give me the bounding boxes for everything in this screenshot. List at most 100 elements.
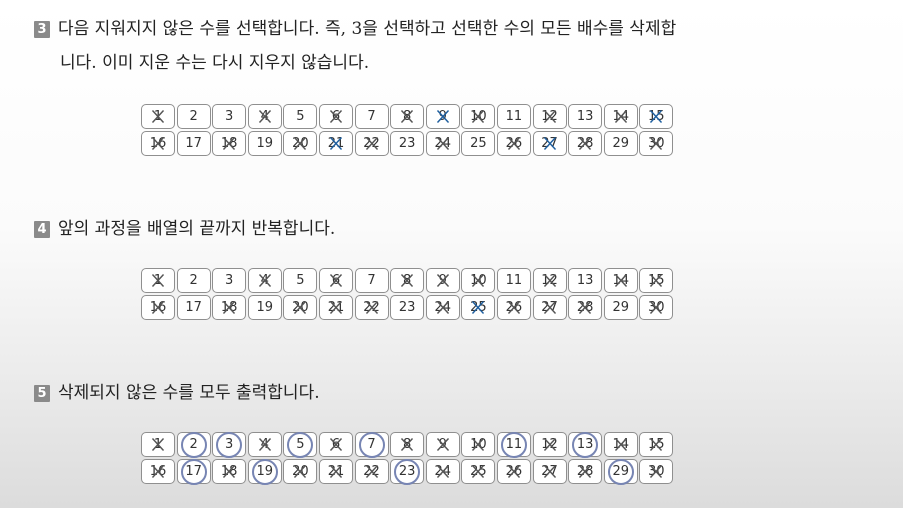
number-cell-27: 27 xyxy=(532,295,567,320)
number-label: 26 xyxy=(505,136,523,151)
number-label: 24 xyxy=(434,300,452,315)
number-label: 14 xyxy=(612,109,629,124)
number-cell-6: 6 xyxy=(318,268,353,293)
number-label: 21 xyxy=(327,464,345,479)
number-label: 27 xyxy=(541,136,558,151)
number-cell-29: 29 xyxy=(603,458,638,485)
number-cell-13: 13 xyxy=(568,268,603,293)
number-cell-20: 20 xyxy=(283,295,318,320)
number-label: 10 xyxy=(470,437,487,452)
number-label: 25 xyxy=(470,136,487,151)
number-cell-13: 13 xyxy=(568,104,603,129)
number-label: 13 xyxy=(576,273,594,288)
number-label: 18 xyxy=(220,136,238,151)
number-cell-25: 25 xyxy=(461,131,496,156)
number-cell-14: 14 xyxy=(603,104,638,129)
number-cell-22: 22 xyxy=(354,131,389,156)
number-cell-1: 1 xyxy=(141,104,175,129)
number-label: 4 xyxy=(260,109,269,124)
number-label: 4 xyxy=(260,437,269,452)
number-label: 8 xyxy=(403,109,412,124)
number-cell-27: 27 xyxy=(532,459,567,484)
number-label: 9 xyxy=(438,437,447,452)
prime-circle-icon xyxy=(607,458,634,485)
number-cell-19: 19 xyxy=(247,295,282,320)
number-cell-12: 12 xyxy=(532,432,567,457)
number-label: 14 xyxy=(612,273,629,288)
number-label: 30 xyxy=(648,464,665,479)
number-label: 20 xyxy=(292,300,309,315)
number-cell-4: 4 xyxy=(247,432,282,457)
step-4-line-1-text: 앞의 과정을 배열의 끝까지 반복합니다. xyxy=(58,219,336,239)
number-cell-25: 25 xyxy=(461,459,496,484)
number-cell-7: 7 xyxy=(354,431,389,458)
number-label: 7 xyxy=(367,273,376,288)
number-label: 17 xyxy=(185,300,202,315)
number-label: 27 xyxy=(541,300,558,315)
number-label: 28 xyxy=(576,464,594,479)
number-label: 27 xyxy=(541,464,558,479)
number-label: 24 xyxy=(434,464,452,479)
number-label: 22 xyxy=(363,136,380,151)
number-label: 10 xyxy=(470,109,487,124)
number-cell-5: 5 xyxy=(283,104,318,129)
grid-row: 1 2 3 4 5 6 7 8 9 10 11 12 13 14 15 xyxy=(141,431,675,458)
number-label: 15 xyxy=(648,437,665,452)
number-cell-4: 4 xyxy=(247,268,282,293)
number-cell-23: 23 xyxy=(390,131,425,156)
number-cell-3: 3 xyxy=(212,104,247,129)
number-cell-26: 26 xyxy=(496,131,531,156)
grid-row: 16 17 18 19 20 21 22 23 24 25 26 27 28 29 30 xyxy=(141,458,675,485)
prime-circle-icon xyxy=(180,431,207,458)
number-cell-21: 21 xyxy=(318,131,353,156)
number-label: 3 xyxy=(225,109,234,124)
number-cell-28: 28 xyxy=(568,131,603,156)
number-cell-8: 8 xyxy=(390,268,425,293)
number-cell-8: 8 xyxy=(390,104,425,129)
number-cell-29: 29 xyxy=(603,295,638,320)
number-cell-6: 6 xyxy=(318,432,353,457)
number-label: 9 xyxy=(438,273,447,288)
number-cell-15: 15 xyxy=(639,268,674,293)
number-cell-7: 7 xyxy=(354,104,389,129)
number-cell-9: 9 xyxy=(425,268,460,293)
number-cell-26: 26 xyxy=(496,459,531,484)
number-cell-9: 9 xyxy=(425,104,460,129)
number-cell-16: 16 xyxy=(141,295,175,320)
number-label: 16 xyxy=(149,300,167,315)
number-cell-24: 24 xyxy=(425,295,460,320)
number-cell-8: 8 xyxy=(390,432,425,457)
number-label: 17 xyxy=(185,136,202,151)
number-label: 22 xyxy=(363,464,380,479)
number-cell-10: 10 xyxy=(461,268,496,293)
prime-circle-icon xyxy=(572,431,599,458)
number-cell-22: 22 xyxy=(354,459,389,484)
number-label: 8 xyxy=(403,437,412,452)
number-label: 30 xyxy=(648,136,665,151)
number-label: 6 xyxy=(331,109,341,124)
number-label: 12 xyxy=(541,109,558,124)
number-label: 5 xyxy=(296,109,305,124)
grid-row: 16 17 18 19 20 21 22 23 24 25 26 27 28 29 30 xyxy=(141,295,675,320)
number-cell-20: 20 xyxy=(283,131,318,156)
number-cell-17: 17 xyxy=(176,295,211,320)
number-label: 1 xyxy=(153,109,163,124)
number-label: 22 xyxy=(363,300,380,315)
number-cell-9: 9 xyxy=(425,432,460,457)
number-cell-5: 5 xyxy=(283,431,318,458)
step-3-line-1-text: 다음 지워지지 않은 수를 선택합니다. 즉, 3을 선택하고 선택한 수의 모… xyxy=(58,19,677,39)
number-cell-16: 16 xyxy=(141,131,175,156)
number-cell-30: 30 xyxy=(639,459,674,484)
number-label: 9 xyxy=(438,109,447,124)
number-label: 11 xyxy=(505,109,523,124)
step-4-text: 4 앞의 과정을 배열의 끝까지 반복합니다. xyxy=(34,212,335,246)
step-3-text: 3 다음 지워지지 않은 수를 선택합니다. 즉, 3을 선택하고 선택한 수의 … xyxy=(34,12,676,80)
number-label: 23 xyxy=(398,136,416,151)
prime-circle-icon xyxy=(216,431,243,458)
number-cell-18: 18 xyxy=(212,295,247,320)
number-cell-15: 15 xyxy=(639,432,674,457)
prime-circle-icon xyxy=(394,458,421,485)
number-cell-5: 5 xyxy=(283,268,318,293)
number-cell-17: 17 xyxy=(176,131,211,156)
number-label: 24 xyxy=(434,136,452,151)
